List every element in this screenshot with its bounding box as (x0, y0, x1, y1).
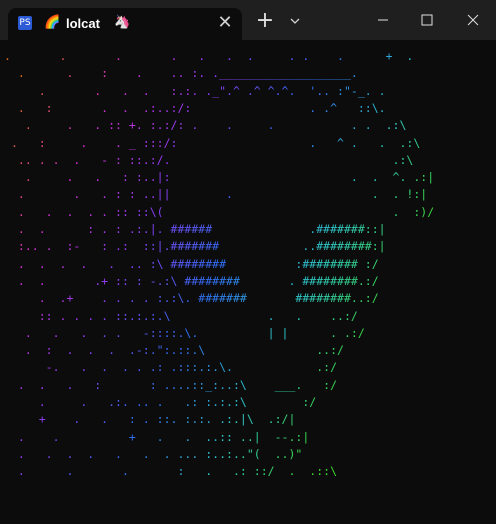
unicorn-icon: 🦄 (114, 15, 131, 30)
terminal-line: . . + . . ..:: ..| --.:| (17, 429, 310, 444)
terminal-line: . . . . . .. :\ ######## :######## :/ (17, 256, 379, 271)
maximize-button[interactable] (412, 8, 442, 32)
terminal-line: . . . . :.:. ._".^ .^ ^.^. '.. :"-_. . (38, 83, 386, 98)
terminal-output[interactable]: . . . . . . . . . . + . . . : . .. :. ._… (0, 40, 496, 524)
terminal-line: . . . . . -::::.\. | | . .:/ (24, 325, 365, 340)
terminal-line: :: . . . . ::.:.:.\ . . ..:/ (38, 308, 358, 323)
terminal-line: . . . :: +. :.:/: . . . . . .:\ (24, 118, 407, 133)
terminal-line: . . . : :..|: . . ^. .:| (24, 170, 435, 185)
terminal-line: . : . . _ :::/: . ^ . . .:\ (10, 135, 421, 150)
terminal-line: . . . : : ..|| . . . !:| (17, 187, 428, 202)
new-tab-button[interactable]: + (254, 10, 276, 32)
terminal-line: . .+ . . . . :.:\. ####### ########..:/ (38, 291, 379, 306)
tab-lolcat[interactable]: PS 🌈 lolcat 🦄 ✕ (8, 8, 242, 40)
title-bar: PS 🌈 lolcat 🦄 ✕ + (0, 0, 496, 40)
terminal-line: . . . : . .: ::/ . .::\ (17, 464, 337, 479)
terminal-line: .. . . . - : ::.:/. .:\ (17, 152, 414, 167)
terminal-line: . . . . . . . ... :..:.."( ..)" (17, 446, 303, 461)
terminal-line: :.. . :- : .: ::|.####### ..########:| (17, 239, 386, 254)
close-window-button[interactable] (458, 8, 488, 32)
terminal-line: . . . : : ....::_:..:\ ___. :/ (17, 377, 337, 392)
terminal-line: . : . . . .-:.":.::.\ ..:/ (24, 343, 344, 358)
rainbow-icon: 🌈 (44, 15, 61, 30)
minimize-button[interactable] (368, 8, 398, 32)
tab-title: lolcat (66, 16, 100, 31)
terminal-line: . . . . . . . . . . + . (4, 49, 414, 63)
terminal-line: . . . . . :: ::\( . :)/ (17, 204, 435, 219)
tab-close-icon[interactable]: ✕ (214, 12, 236, 34)
terminal-line: + . . : . ::. :.:. .:.|\ .:/| (38, 412, 296, 427)
terminal-line: . . .:. .. . .: :.:.:\ :/ (38, 395, 317, 409)
terminal-line: . . .+ :: : -.:\ ######## . ########.:/ (17, 273, 379, 288)
terminal-line: . . : . : .:.|. ###### .#######::| (17, 222, 386, 236)
terminal-line: -. . . . . .: .:::.:.\. .:/ (45, 360, 337, 375)
terminal-line: . . : . .. :. .___________________. (17, 66, 358, 81)
powershell-icon: PS (18, 16, 32, 30)
chevron-down-icon[interactable] (286, 12, 304, 30)
terminal-line: . : . . .:..:/: . .^ ::\. (17, 100, 386, 115)
